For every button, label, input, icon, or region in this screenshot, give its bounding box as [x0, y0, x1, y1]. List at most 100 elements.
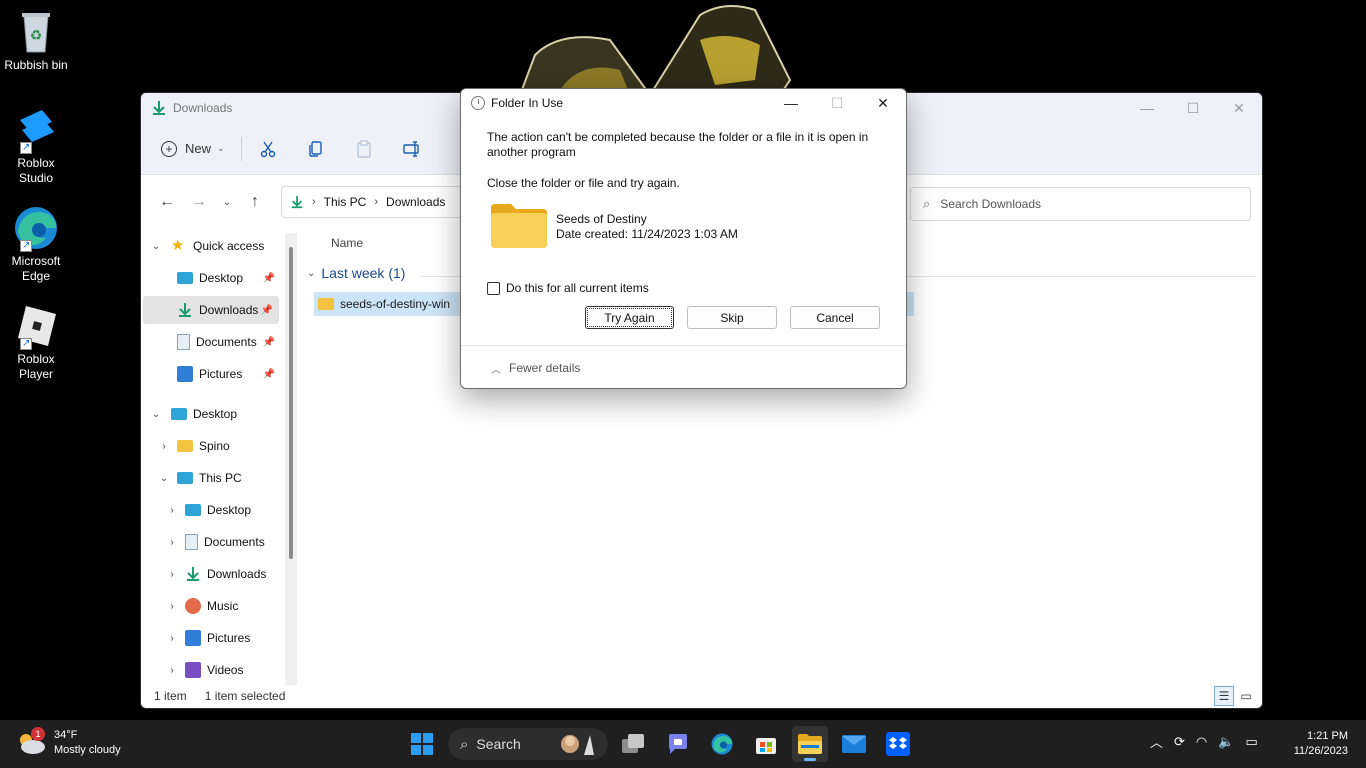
- cut-button[interactable]: [250, 133, 286, 165]
- search-highlight-icon: [561, 735, 594, 755]
- nav-label: Music: [207, 599, 239, 613]
- scrollbar-thumb[interactable]: [289, 247, 293, 559]
- start-button[interactable]: [404, 726, 440, 762]
- weather-widget[interactable]: 1 34°F Mostly cloudy: [16, 727, 121, 758]
- computer-icon: [177, 472, 193, 484]
- try-again-button[interactable]: Try Again: [585, 306, 674, 329]
- fewer-details-toggle[interactable]: ︿ Fewer details: [461, 345, 906, 388]
- desktop-icon-microsoft-edge[interactable]: Microsoft Edge: [2, 204, 70, 284]
- forward-button[interactable]: →: [183, 188, 215, 216]
- details-view-button[interactable]: ☰: [1214, 686, 1234, 706]
- status-bar: 1 item 1 item selected ☰ ▭: [141, 684, 1262, 708]
- nav-pc-pictures[interactable]: › Pictures: [165, 624, 281, 652]
- breadcrumb-separator-icon: ›: [374, 196, 379, 208]
- folder-icon: [491, 204, 547, 248]
- dialog-title-bar[interactable]: Folder In Use — ☐ ✕: [461, 89, 906, 117]
- desktop-folder-icon: [185, 504, 201, 516]
- maximize-button[interactable]: ☐: [814, 89, 860, 117]
- nav-qa-pictures[interactable]: Pictures 📌: [177, 360, 281, 388]
- dropbox-button[interactable]: [880, 726, 916, 762]
- dialog-title: Folder In Use: [491, 96, 564, 110]
- taskbar-search[interactable]: ⌕ Search: [448, 728, 608, 760]
- maximize-button[interactable]: ☐: [1170, 93, 1216, 123]
- nav-qa-desktop[interactable]: Desktop 📌: [177, 264, 281, 292]
- minimize-button[interactable]: —: [768, 89, 814, 117]
- videos-icon: [185, 662, 201, 678]
- nav-this-pc[interactable]: ⌄ This PC: [157, 464, 281, 492]
- cancel-button[interactable]: Cancel: [790, 306, 880, 329]
- nav-desktop[interactable]: ⌄ Desktop: [149, 400, 279, 428]
- svg-text:♻: ♻: [30, 27, 43, 43]
- taskbar: 1 34°F Mostly cloudy ⌕ Search ︿ ⟳ ◠ 🔈 ▭ …: [0, 720, 1366, 768]
- recent-locations-button[interactable]: ⌄: [215, 188, 239, 216]
- nav-quick-access[interactable]: ⌄ ★ Quick access: [149, 232, 279, 260]
- file-name: seeds-of-destiny-win: [340, 297, 451, 311]
- chevron-right-icon: ›: [170, 600, 174, 612]
- paste-button[interactable]: [346, 133, 382, 165]
- copy-icon: [308, 140, 322, 157]
- apply-to-all-checkbox[interactable]: Do this for all current items: [487, 281, 649, 295]
- documents-icon: [185, 534, 198, 550]
- file-explorer-button[interactable]: [792, 726, 828, 762]
- rename-button[interactable]: [394, 133, 430, 165]
- folder-icon: [177, 440, 193, 452]
- shortcut-arrow-icon: [20, 336, 32, 351]
- minimize-button[interactable]: —: [1124, 93, 1170, 123]
- back-button[interactable]: ←: [151, 188, 183, 216]
- desktop-icon-roblox-studio[interactable]: Roblox Studio: [2, 106, 70, 186]
- new-button[interactable]: + New ⌄: [153, 133, 233, 165]
- battery-icon[interactable]: ▭: [1245, 734, 1257, 750]
- group-header[interactable]: ⌄ Last week (1): [307, 265, 405, 281]
- up-button[interactable]: ↑: [239, 188, 271, 216]
- desktop-icon-roblox-player[interactable]: Roblox Player: [2, 302, 70, 382]
- skip-button[interactable]: Skip: [687, 306, 777, 329]
- paste-icon: [356, 139, 371, 158]
- search-icon: ⌕: [923, 196, 931, 211]
- teams-chat-button[interactable]: [660, 726, 696, 762]
- nav-qa-downloads[interactable]: Downloads 📌: [143, 296, 279, 324]
- nav-pc-downloads[interactable]: › Downloads: [165, 560, 281, 588]
- nav-qa-documents[interactable]: Documents 📌: [177, 328, 281, 356]
- nav-pc-videos[interactable]: › Videos: [165, 656, 281, 684]
- dialog-instruction: Close the folder or file and try again.: [487, 176, 680, 190]
- volume-icon[interactable]: 🔈: [1218, 734, 1234, 750]
- desktop-icon-rubbish-bin[interactable]: ♻ Rubbish bin: [2, 8, 70, 73]
- nav-pc-desktop[interactable]: › Desktop: [165, 496, 281, 524]
- desktop-icon-label: Microsoft Edge: [11, 254, 61, 283]
- system-clock[interactable]: 1:21 PM 11/26/2023: [1294, 729, 1348, 759]
- group-label: Last week (1): [321, 265, 406, 281]
- star-icon: ★: [171, 237, 185, 254]
- store-button[interactable]: [748, 726, 784, 762]
- show-hidden-icons-chevron-icon[interactable]: ︿: [1150, 732, 1163, 751]
- sync-icon[interactable]: ⟳: [1174, 734, 1185, 750]
- nav-label: Downloads: [199, 303, 259, 317]
- checkbox-box[interactable]: [487, 281, 500, 295]
- pin-icon: 📌: [262, 272, 275, 284]
- pictures-icon: [177, 366, 193, 382]
- nav-pc-music[interactable]: › Music: [165, 592, 281, 620]
- breadcrumb-separator-icon: ›: [312, 196, 316, 208]
- close-button[interactable]: ✕: [1216, 93, 1262, 123]
- mail-button[interactable]: [836, 726, 872, 762]
- search-input[interactable]: ⌕ Search Downloads: [910, 187, 1251, 221]
- chevron-down-icon: ⌄: [151, 408, 161, 420]
- nav-spino[interactable]: › Spino: [157, 432, 281, 460]
- download-icon: [291, 195, 303, 209]
- breadcrumb-downloads[interactable]: Downloads: [386, 195, 445, 209]
- system-tray: ︿ ⟳ ◠ 🔈 ▭: [1150, 732, 1269, 751]
- chevron-right-icon: ›: [170, 632, 174, 644]
- copy-button[interactable]: [298, 133, 334, 165]
- tiles-view-button[interactable]: ▭: [1236, 686, 1256, 706]
- breadcrumb-this-pc[interactable]: This PC: [324, 195, 367, 209]
- wifi-icon[interactable]: ◠: [1196, 734, 1207, 750]
- edge-taskbar-button[interactable]: [704, 726, 740, 762]
- search-icon: ⌕: [460, 735, 469, 753]
- task-view-button[interactable]: [616, 726, 652, 762]
- task-view-icon: [622, 734, 644, 753]
- column-header-name[interactable]: Name: [331, 236, 363, 250]
- desktop-icon-label: Roblox Studio: [17, 156, 55, 185]
- nav-pc-documents[interactable]: › Documents: [165, 528, 281, 556]
- nav-pane-scrollbar[interactable]: [285, 233, 297, 685]
- folder-in-use-dialog: Folder In Use — ☐ ✕ The action can't be …: [460, 88, 907, 389]
- close-button[interactable]: ✕: [860, 89, 906, 117]
